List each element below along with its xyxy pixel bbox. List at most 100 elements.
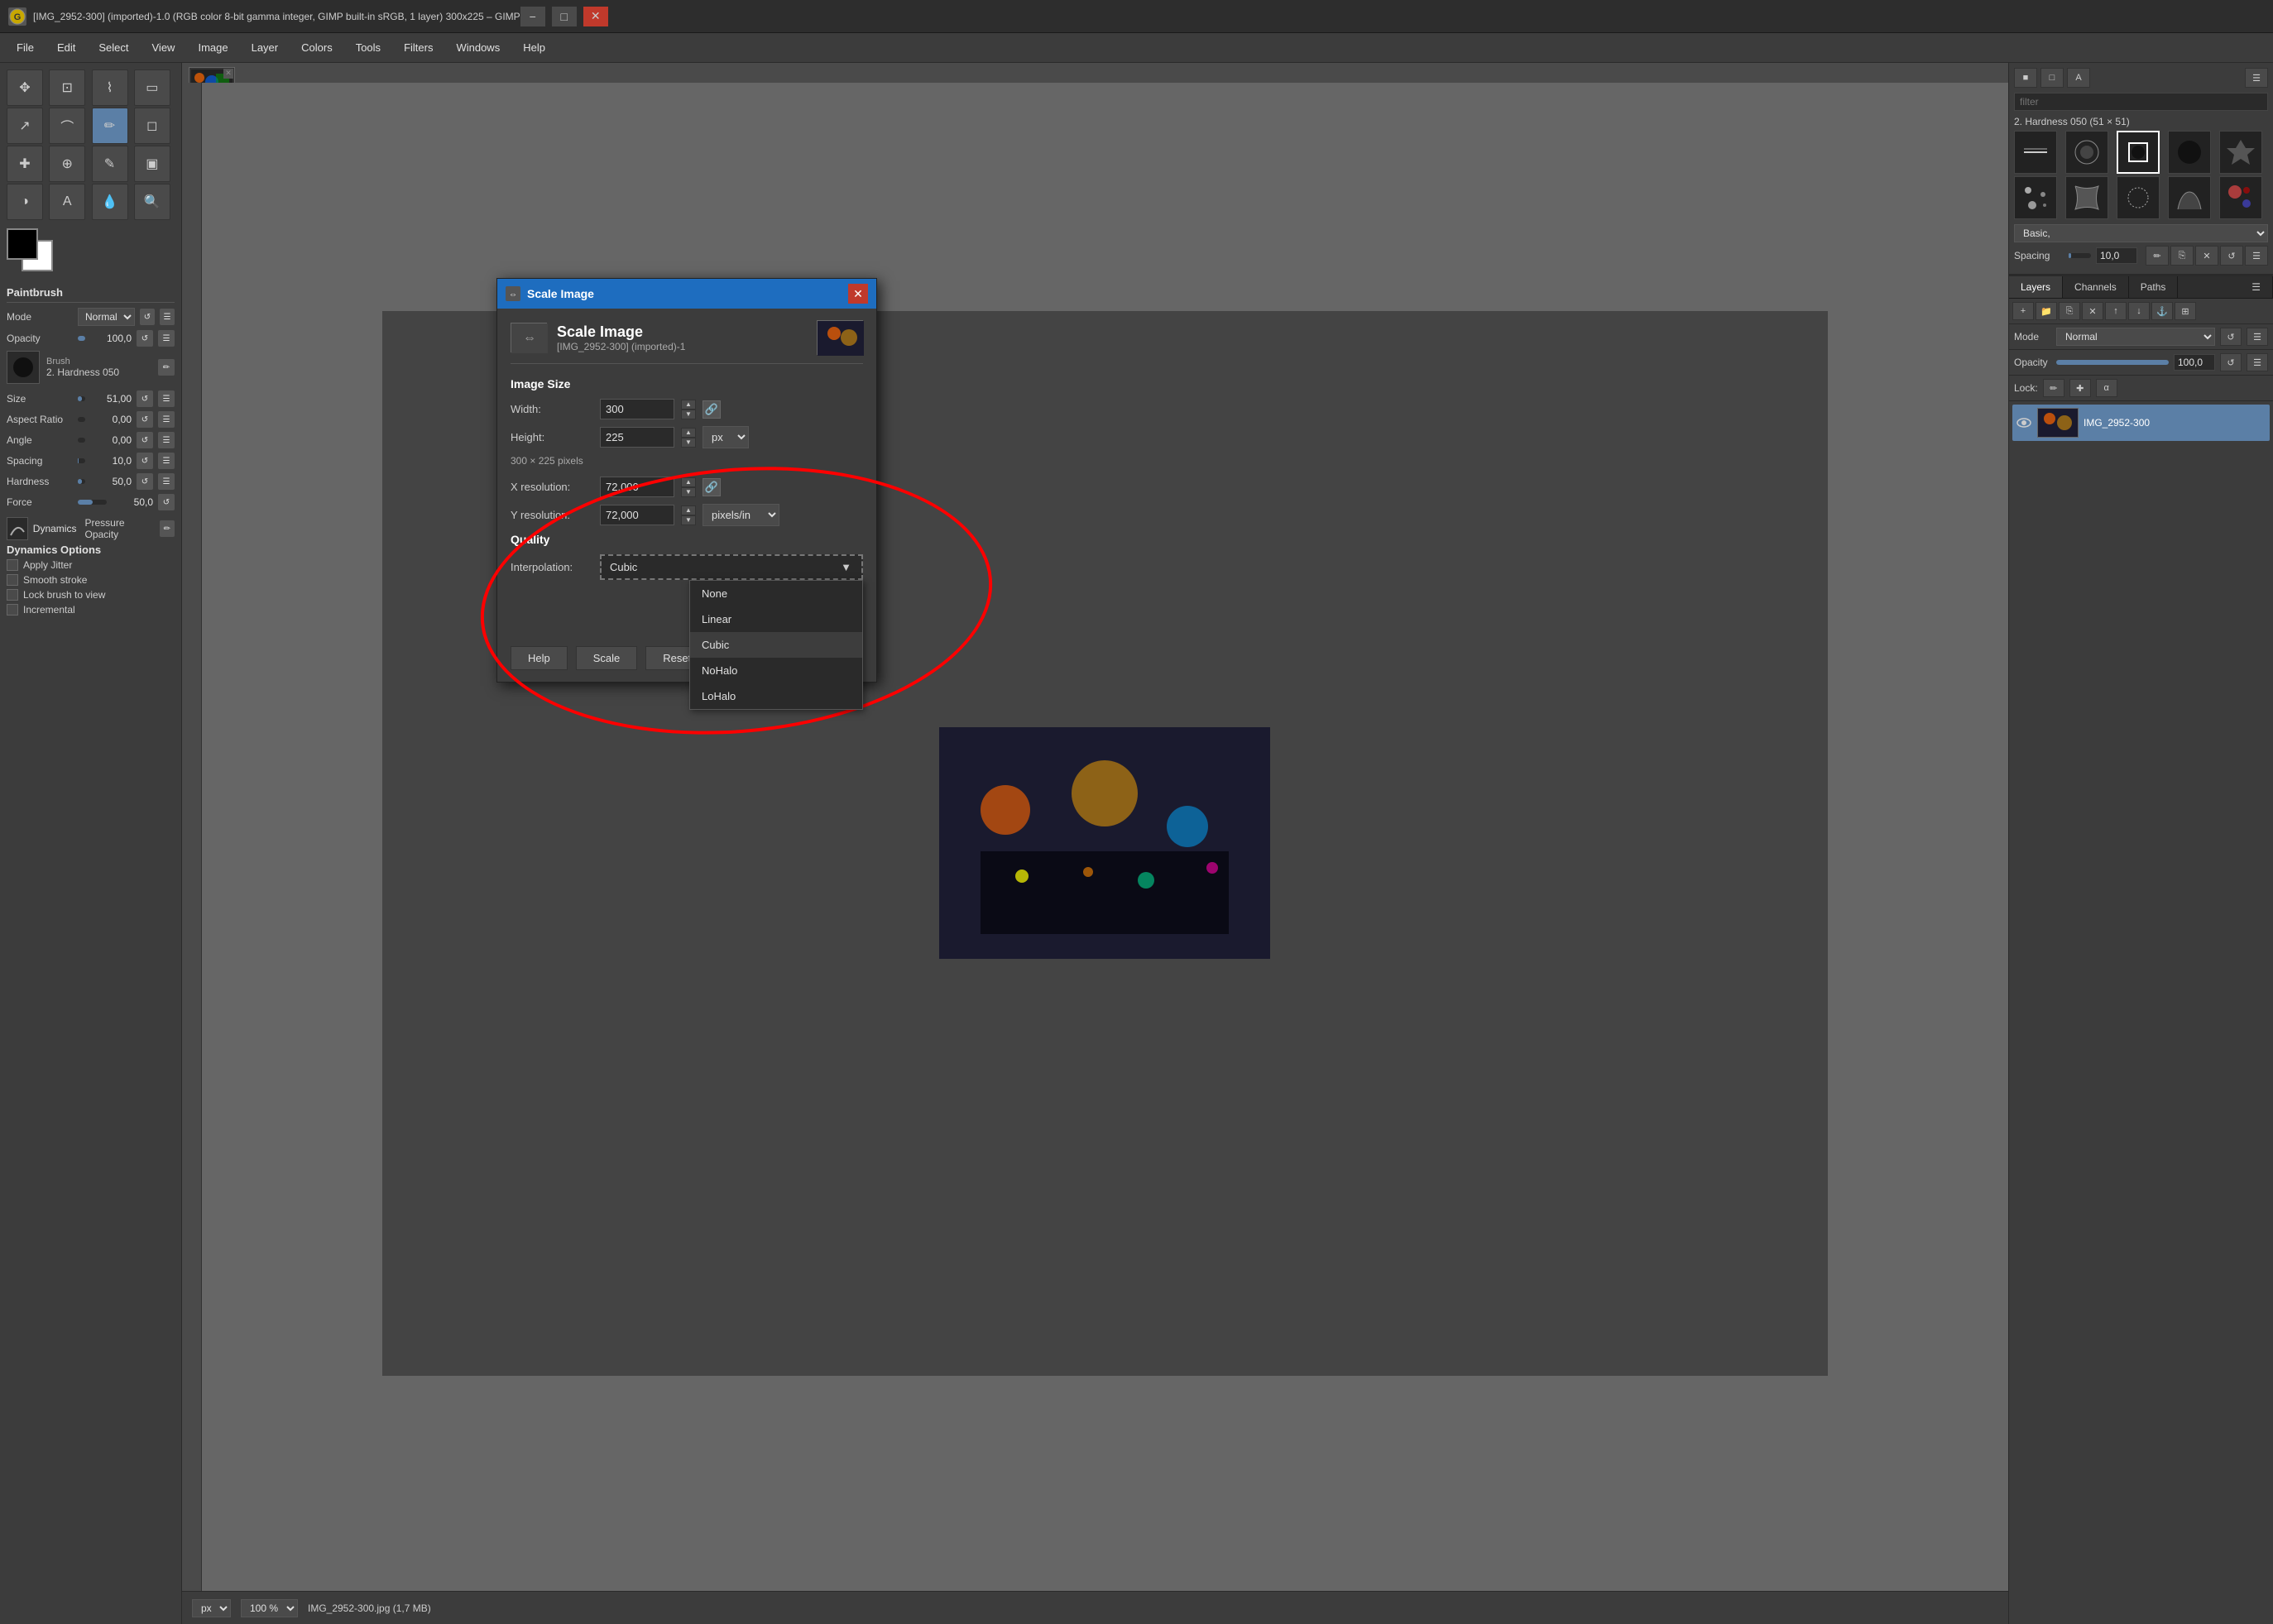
unit-status-select[interactable]: px % in	[192, 1599, 231, 1617]
interp-option-nohalo[interactable]: NoHalo	[690, 658, 862, 683]
opacity-slider[interactable]	[78, 336, 85, 341]
delete-layer-btn[interactable]: ✕	[2082, 302, 2103, 320]
tab-paths[interactable]: Paths	[2129, 276, 2179, 298]
brush-edit-icon[interactable]: ✏	[158, 359, 175, 376]
brush-spacing-slider[interactable]	[2069, 253, 2091, 258]
size-menu-icon[interactable]: ☰	[158, 390, 175, 407]
interp-option-none[interactable]: None	[690, 581, 862, 606]
layers-opacity-reset-btn[interactable]: ↺	[2220, 353, 2242, 371]
menu-tools[interactable]: Tools	[346, 38, 391, 57]
brush-dupe-btn[interactable]: ⎘	[2170, 246, 2194, 266]
angle-reset-icon[interactable]: ↺	[137, 432, 153, 448]
opacity-reset-icon[interactable]: ↺	[137, 330, 153, 347]
clone-btn[interactable]: ⊕	[49, 146, 85, 182]
layers-opacity-slider[interactable]	[2056, 360, 2169, 365]
layer-visibility-icon[interactable]	[2016, 414, 2032, 431]
close-button[interactable]: ✕	[583, 7, 608, 26]
tab-layers[interactable]: Layers	[2009, 276, 2063, 298]
heal-btn[interactable]: ✚	[7, 146, 43, 182]
interp-option-cubic[interactable]: Cubic	[690, 632, 862, 658]
brush-spacing-input[interactable]	[2096, 247, 2137, 264]
link-res-icon[interactable]: 🔗	[703, 478, 721, 496]
menu-windows[interactable]: Windows	[446, 38, 510, 57]
text-btn[interactable]: A	[49, 184, 85, 220]
y-res-input[interactable]	[600, 505, 674, 525]
canvas-content[interactable]	[202, 83, 2008, 1604]
menu-select[interactable]: Select	[89, 38, 138, 57]
brush-delete-btn[interactable]: ✕	[2195, 246, 2218, 266]
panel-menu-btn[interactable]: ☰	[2245, 68, 2268, 88]
height-input[interactable]	[600, 427, 674, 448]
brush-cell-10[interactable]	[2219, 176, 2262, 219]
x-res-down-btn[interactable]: ▼	[681, 487, 696, 497]
mode-reset-icon[interactable]: ↺	[140, 309, 155, 325]
paintbrush-btn[interactable]: ✏	[92, 108, 128, 144]
zoom-status-select[interactable]: 100 % 50 % 200 %	[241, 1599, 298, 1617]
foreground-color[interactable]	[7, 228, 38, 260]
x-res-input[interactable]	[600, 477, 674, 497]
mode-select[interactable]: Normal	[78, 308, 135, 326]
panel-text-btn[interactable]: A	[2067, 68, 2090, 88]
brush-refresh-btn[interactable]: ↺	[2220, 246, 2243, 266]
scale-button[interactable]: Scale	[576, 646, 638, 670]
hardness-menu-icon[interactable]: ☰	[158, 473, 175, 490]
rect-select-btn[interactable]: ▭	[134, 69, 170, 106]
brush-cell-9[interactable]	[2168, 176, 2211, 219]
brush-cell-5[interactable]	[2219, 131, 2262, 174]
layers-opacity-chain-btn[interactable]: ☰	[2247, 353, 2268, 371]
pencil-btn[interactable]: ✎	[92, 146, 128, 182]
aspect-ratio-slider[interactable]	[78, 417, 85, 422]
brush-cell-7[interactable]	[2065, 176, 2108, 219]
opacity-menu-icon[interactable]: ☰	[158, 330, 175, 347]
width-down-btn[interactable]: ▼	[681, 410, 696, 419]
interp-select[interactable]: Cubic ▼	[600, 554, 863, 580]
x-res-up-btn[interactable]: ▲	[681, 477, 696, 487]
smooth-stroke-checkbox[interactable]	[7, 574, 18, 586]
brush-cell-3[interactable]	[2117, 131, 2160, 174]
brush-cell-4[interactable]	[2168, 131, 2211, 174]
size-reset-icon[interactable]: ↺	[137, 390, 153, 407]
spacing-menu-icon[interactable]: ☰	[158, 453, 175, 469]
size-slider[interactable]	[78, 396, 85, 401]
interp-option-linear[interactable]: Linear	[690, 606, 862, 632]
layers-opacity-input[interactable]	[2174, 354, 2215, 371]
y-res-up-btn[interactable]: ▲	[681, 505, 696, 515]
width-up-btn[interactable]: ▲	[681, 400, 696, 410]
raise-layer-btn[interactable]: ↑	[2105, 302, 2127, 320]
panel-config-btn[interactable]: ☰	[2240, 276, 2273, 298]
aspect-ratio-reset-icon[interactable]: ↺	[137, 411, 153, 428]
tab-channels[interactable]: Channels	[2063, 276, 2129, 298]
menu-view[interactable]: View	[142, 38, 185, 57]
alignment-tool-btn[interactable]: ⊡	[49, 69, 85, 106]
apply-jitter-checkbox[interactable]	[7, 559, 18, 571]
lock-brush-checkbox[interactable]	[7, 589, 18, 601]
eyedrop-btn[interactable]: 💧	[92, 184, 128, 220]
menu-filters[interactable]: Filters	[394, 38, 443, 57]
lock-position-btn[interactable]: ✚	[2069, 379, 2091, 397]
merge-layers-btn[interactable]: ⊞	[2175, 302, 2196, 320]
lock-pixels-btn[interactable]: ✏	[2043, 379, 2064, 397]
dynamics-edit-icon[interactable]: ✏	[160, 520, 175, 537]
angle-slider[interactable]	[78, 438, 85, 443]
image-tab-close[interactable]: ✕	[223, 69, 233, 79]
brush-edit-btn[interactable]: ✏	[2146, 246, 2169, 266]
unit-select[interactable]: px % in mm	[703, 426, 749, 448]
incremental-checkbox[interactable]	[7, 604, 18, 616]
dupe-layer-btn[interactable]: ⎘	[2059, 302, 2080, 320]
move-tool-btn[interactable]: ✥	[7, 69, 43, 106]
spacing-slider[interactable]	[78, 458, 85, 463]
dodge-btn[interactable]: ◑	[7, 184, 43, 220]
spacing-reset-icon[interactable]: ↺	[137, 453, 153, 469]
brush-thumbnail[interactable]	[7, 351, 40, 384]
width-input[interactable]	[600, 399, 674, 419]
minimize-button[interactable]: −	[520, 7, 545, 26]
brush-more-btn[interactable]: ☰	[2245, 246, 2268, 266]
force-slider[interactable]	[78, 500, 107, 505]
dialog-close-button[interactable]: ✕	[848, 284, 868, 304]
height-down-btn[interactable]: ▼	[681, 438, 696, 448]
brush-cell-8[interactable]	[2117, 176, 2160, 219]
mode-menu-icon[interactable]: ☰	[160, 309, 175, 325]
layers-mode-select[interactable]: Normal	[2056, 328, 2215, 346]
hardness-reset-icon[interactable]: ↺	[137, 473, 153, 490]
res-unit-select[interactable]: pixels/in pixels/mm	[703, 504, 779, 526]
